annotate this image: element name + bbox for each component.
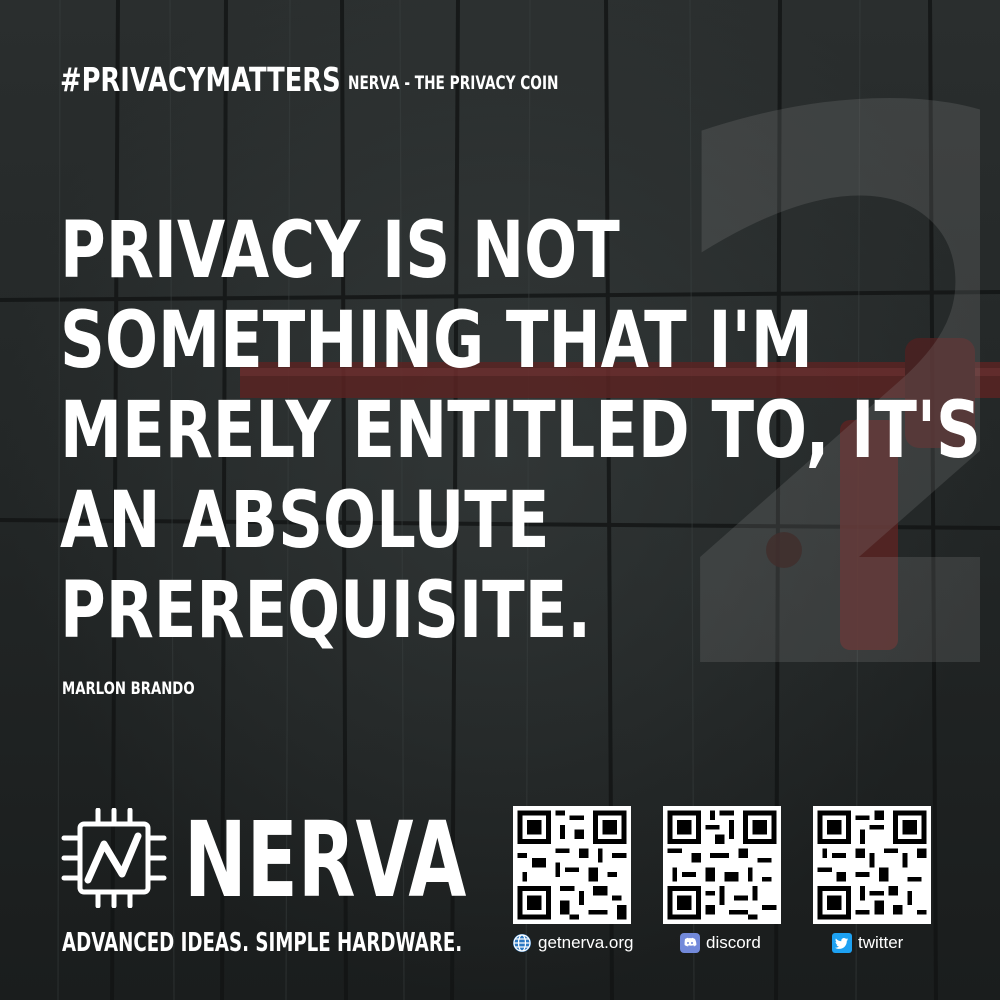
brand-tagline: ADVANCED IDEAS. SIMPLE HARDWARE. — [62, 928, 463, 958]
brand-name: NERVA — [184, 799, 467, 921]
qr-code-icon — [663, 806, 781, 924]
quote-line: PREREQUISITE. — [60, 566, 592, 656]
quote-line: MERELY ENTITLED TO, IT'S — [60, 386, 981, 476]
link-label: getnerva.org — [538, 933, 634, 952]
quote-text: PRIVACY IS NOT SOMETHING THAT I'M MERELY… — [60, 206, 981, 656]
quote-line: PRIVACY IS NOT — [60, 206, 620, 296]
qr-code-website[interactable] — [513, 806, 631, 924]
link-website[interactable]: getnerva.org — [512, 930, 633, 956]
qr-code-discord[interactable] — [663, 806, 781, 924]
qr-code-icon — [513, 806, 631, 924]
qr-code-icon — [813, 806, 931, 924]
globe-icon — [513, 934, 531, 952]
twitter-icon — [832, 933, 852, 953]
poster: 2 #PRIVACYMATTERS NERVA - THE PRIVACY CO… — [0, 0, 1000, 1000]
link-discord[interactable]: discord — [680, 930, 761, 956]
discord-icon — [680, 933, 700, 953]
quote-line: AN ABSOLUTE — [60, 476, 550, 566]
quote-line: SOMETHING THAT I'M — [60, 296, 813, 386]
header-subtitle: NERVA - THE PRIVACY COIN — [348, 72, 559, 94]
qr-code-twitter[interactable] — [813, 806, 931, 924]
link-twitter[interactable]: twitter — [832, 930, 903, 956]
link-label: discord — [706, 933, 761, 952]
link-label: twitter — [858, 933, 904, 952]
quote-author: MARLON BRANDO — [62, 679, 195, 699]
hashtag-title: #PRIVACYMATTERS — [60, 60, 341, 99]
cpu-chip-icon — [61, 808, 167, 908]
